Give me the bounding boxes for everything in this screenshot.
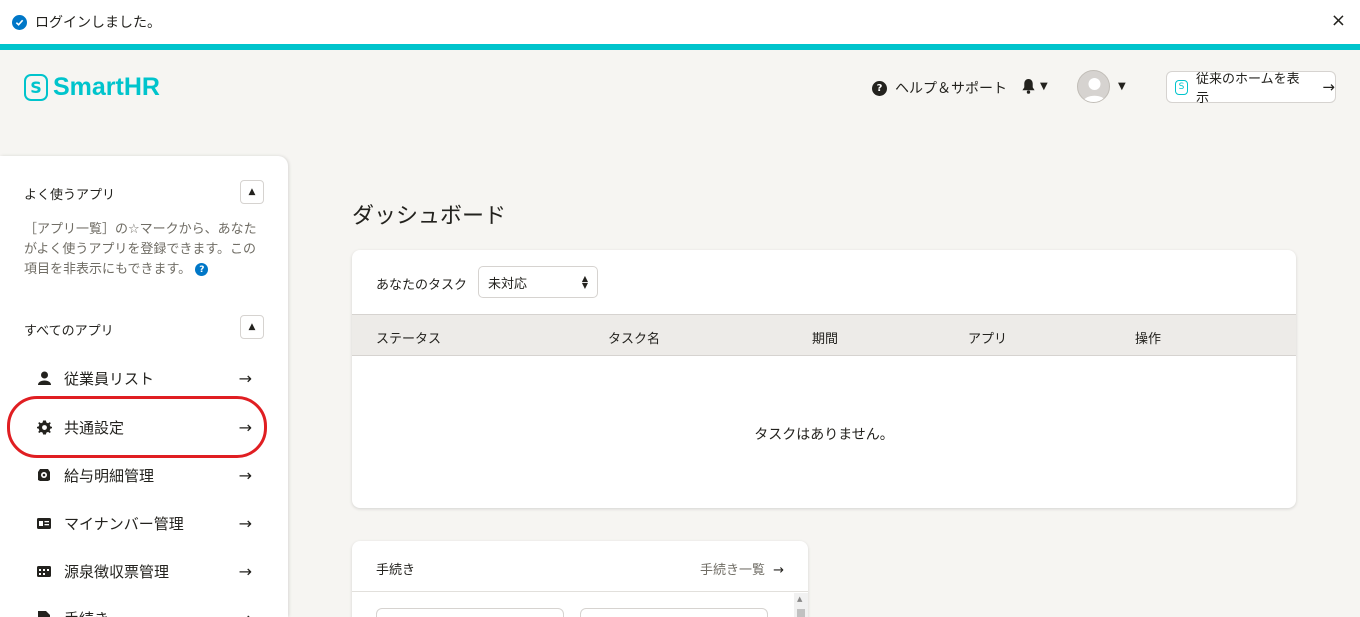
chevron-up-icon: ▲ <box>248 187 256 197</box>
sidebar-item-common-settings[interactable]: 共通設定 → <box>36 415 256 439</box>
sidebar-item-label: 給与明細管理 <box>64 466 155 485</box>
procedure-card-item[interactable] <box>580 608 768 617</box>
avatar <box>1077 70 1110 103</box>
gear-icon <box>36 419 52 435</box>
check-circle-icon <box>12 14 27 30</box>
favorites-description-text: ［アプリ一覧］の☆マークから、あなたがよく使うアプリを登録できます。この項目を非… <box>24 222 257 277</box>
help-icon[interactable]: ? <box>195 263 209 276</box>
arrow-right-icon: → <box>238 465 252 485</box>
smarthr-logo[interactable]: S SmartHR <box>24 73 160 102</box>
help-support-link[interactable]: ? ヘルプ＆サポート <box>872 78 1007 98</box>
arrow-right-icon: → <box>239 609 252 617</box>
sort-icon: ▲ ▼ <box>581 274 588 290</box>
toast-accent-bar <box>0 44 1360 50</box>
arrow-right-icon: → <box>238 561 252 581</box>
arrow-right-icon: → <box>1322 78 1335 96</box>
id-card-icon <box>36 517 52 529</box>
arrow-right-icon: → <box>238 513 252 533</box>
legacy-home-button[interactable]: S 従来のホームを表示 → <box>1166 71 1336 106</box>
collapse-favorites-button[interactable]: ▲ <box>240 180 264 204</box>
column-header: アプリ <box>968 332 1008 347</box>
sidebar-item-label: 源泉徴収票管理 <box>64 562 170 581</box>
bell-icon <box>1022 78 1035 94</box>
procedures-list-link[interactable]: 手続き一覧 → <box>700 559 784 578</box>
sidebar-item-label: 従業員リスト <box>64 369 155 388</box>
file-icon <box>36 611 52 617</box>
tasks-table-header: ステータス タスク名 期間 アプリ 操作 <box>352 314 1296 356</box>
favorites-title: よく使うアプリ <box>24 188 116 203</box>
procedures-list-label: 手続き一覧 <box>699 563 765 578</box>
scrollbar[interactable]: ▲ <box>794 593 808 617</box>
sidebar-item-procedures[interactable]: 手続き → <box>36 606 256 617</box>
question-icon: ? <box>872 80 887 96</box>
arrow-right-icon: → <box>773 563 784 578</box>
chevron-up-icon: ▲ <box>248 322 256 332</box>
page-title: ダッシュボード <box>352 204 507 229</box>
column-header: 期間 <box>812 332 839 347</box>
person-icon <box>36 371 52 385</box>
task-status-value: 未対応 <box>488 276 528 292</box>
scroll-up-icon[interactable]: ▲ <box>797 595 802 603</box>
user-menu[interactable]: ▼ <box>1077 70 1126 103</box>
sidebar-item-payslip[interactable]: 給与明細管理 → <box>36 463 256 487</box>
procedures-card: 手続き 手続き一覧 → ▲ <box>352 541 808 617</box>
login-toast: ログインしました。 × <box>0 0 1360 44</box>
close-icon[interactable]: × <box>1331 10 1346 31</box>
help-label: ヘルプ＆サポート <box>895 81 1007 97</box>
smarthr-logo-icon: S <box>24 74 48 101</box>
favorites-description: ［アプリ一覧］の☆マークから、あなたがよく使うアプリを登録できます。この項目を非… <box>24 220 264 280</box>
column-header: ステータス <box>376 332 442 347</box>
procedures-title: 手続き <box>376 563 416 578</box>
column-header: タスク名 <box>608 332 661 347</box>
arrow-right-icon: → <box>238 417 252 437</box>
scrollbar-thumb[interactable] <box>797 609 805 617</box>
all-apps-title: すべてのアプリ <box>24 324 114 339</box>
empty-tasks-message: タスクはありません。 <box>754 427 894 443</box>
collapse-all-apps-button[interactable]: ▲ <box>240 315 264 339</box>
smarthr-logo-icon: S <box>1175 79 1188 95</box>
chevron-down-icon: ▼ <box>1118 81 1126 92</box>
toast-message: ログインしました。 <box>35 15 161 31</box>
logo-text: SmartHR <box>53 73 160 101</box>
sidebar-item-label: 手続き <box>64 608 109 617</box>
home-button-label: 従来のホームを表示 <box>1195 72 1300 106</box>
sidebar-item-employee-list[interactable]: 従業員リスト → <box>36 366 256 390</box>
tasks-card: あなたのタスク 未対応 ▲ ▼ ステータス タスク名 期間 アプリ 操作 タスクは… <box>352 250 1296 508</box>
divider <box>352 591 808 592</box>
column-header: 操作 <box>1135 332 1162 347</box>
payslip-icon <box>36 468 52 482</box>
procedure-card-item[interactable] <box>376 608 564 617</box>
chevron-down-icon: ▼ <box>1040 80 1048 92</box>
sidebar-item-my-number[interactable]: マイナンバー管理 → <box>36 511 256 535</box>
notification-button[interactable]: ▼ <box>1021 78 1048 94</box>
document-icon <box>36 565 52 577</box>
sidebar: よく使うアプリ ▲ ［アプリ一覧］の☆マークから、あなたがよく使うアプリを登録で… <box>0 156 288 617</box>
sidebar-item-label: マイナンバー管理 <box>64 514 184 533</box>
sidebar-item-label: 共通設定 <box>64 418 125 437</box>
task-status-select[interactable]: 未対応 ▲ ▼ <box>478 266 598 298</box>
tasks-label: あなたのタスク <box>376 278 468 293</box>
arrow-right-icon: → <box>238 368 252 388</box>
sidebar-item-withholding[interactable]: 源泉徴収票管理 → <box>36 559 256 583</box>
